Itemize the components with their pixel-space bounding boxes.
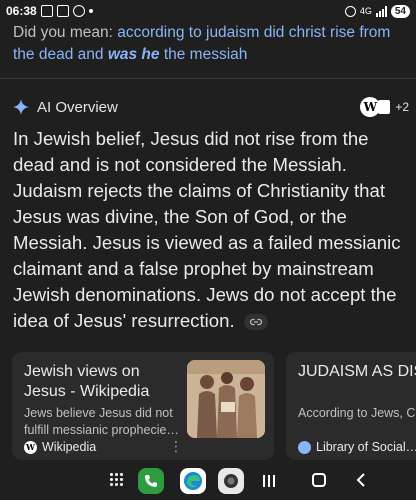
more-sources-count: +2 [395, 100, 409, 114]
battery-icon: 54 [390, 4, 410, 18]
card-snippet: Jews believe Jesus did not fulfill messi… [24, 406, 179, 437]
source-card[interactable]: Jewish views on Jesus - Wikipedia Jews b… [12, 352, 274, 460]
source-card[interactable]: JUDAISM AS DISBELIEF IN THE According to… [286, 352, 416, 460]
camera-app-icon[interactable] [218, 468, 244, 494]
card-source: W Wikipedia [24, 440, 96, 454]
home-icon[interactable] [312, 473, 326, 487]
ai-overview-title: AI Overview [37, 98, 118, 116]
did-you-mean-prefix: Did you mean: [13, 24, 118, 41]
card-snippet: According to Jews, Ch… was not God—was n… [298, 406, 416, 420]
divider [0, 78, 416, 79]
wikipedia-logo-icon: W [24, 440, 37, 454]
more-notifications-icon [88, 9, 93, 13]
more-options-icon[interactable]: ⋮ [169, 439, 183, 453]
notification-icon [40, 5, 53, 17]
status-bar: 06:38 4G 54 [0, 0, 416, 22]
card-source-name: Wikipedia [42, 440, 97, 454]
ai-overview-header: AI Overview W +2 [13, 96, 413, 118]
card-source: Library of Social… [298, 440, 416, 454]
alarm-icon [344, 5, 356, 17]
did-you-mean: Did you mean: according to judaism did c… [13, 22, 413, 66]
ai-overview-text: In Jewish belief, Jesus did not rise fro… [13, 126, 411, 334]
book-source-icon [378, 100, 391, 114]
source-cards-carousel[interactable]: Jewish views on Jesus - Wikipedia Jews b… [12, 352, 416, 460]
chrome-icon [72, 5, 85, 17]
app-drawer-icon[interactable] [110, 473, 124, 487]
back-icon[interactable] [356, 472, 366, 493]
card-title: JUDAISM AS DISBELIEF IN THE [298, 363, 416, 380]
status-time: 06:38 [6, 4, 37, 18]
ai-overview-body: In Jewish belief, Jesus did not rise fro… [13, 128, 401, 331]
card-title: Jewish views on Jesus - Wikipedia [24, 363, 150, 400]
network-type: 4G [359, 6, 372, 16]
edge-browser-icon[interactable] [180, 468, 206, 494]
navigation-bar [0, 464, 416, 500]
card-source-name: Library of Social… [316, 440, 416, 454]
citation-link-icon[interactable] [243, 314, 268, 331]
sparkle-icon [13, 99, 29, 115]
gallery-icon [56, 5, 69, 17]
recent-apps-icon[interactable] [262, 474, 276, 493]
sources-button[interactable]: W +2 [360, 97, 409, 117]
card-thumbnail-image [187, 360, 265, 438]
phone-app-icon[interactable] [138, 468, 164, 494]
site-logo-icon [298, 440, 311, 454]
wikipedia-source-icon: W [360, 97, 381, 117]
signal-icon [375, 5, 387, 17]
